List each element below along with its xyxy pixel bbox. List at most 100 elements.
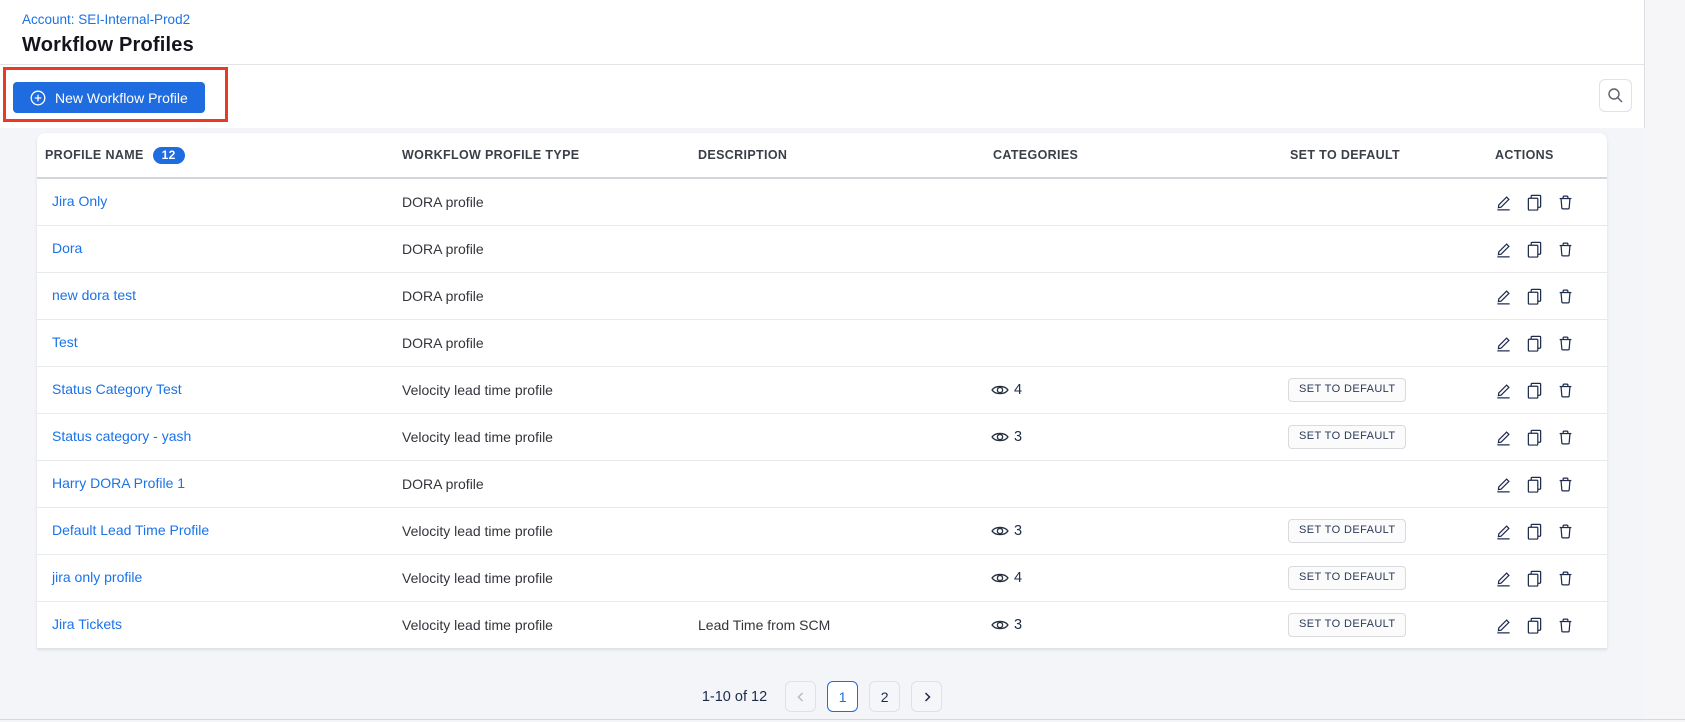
edit-button[interactable] <box>1495 335 1512 352</box>
table-row: Jira Tickets Velocity lead time profile … <box>37 602 1607 649</box>
profile-name-cell: Status Category Test <box>37 381 402 399</box>
eye-icon <box>991 524 1009 538</box>
delete-icon <box>1557 617 1574 634</box>
column-header-description: DESCRIPTION <box>664 148 926 162</box>
chevron-left-icon <box>795 691 807 703</box>
pagination: 1-10 of 12 1 2 <box>37 681 1607 712</box>
copy-button[interactable] <box>1526 617 1543 634</box>
copy-button[interactable] <box>1526 241 1543 258</box>
copy-button[interactable] <box>1526 194 1543 211</box>
edit-button[interactable] <box>1495 429 1512 446</box>
actions-cell <box>1490 241 1607 258</box>
edit-button[interactable] <box>1495 288 1512 305</box>
profile-name-link[interactable]: jira only profile <box>52 569 142 585</box>
copy-button[interactable] <box>1526 335 1543 352</box>
table-body: Jira Only DORA profile <box>37 179 1607 649</box>
delete-button[interactable] <box>1557 288 1574 305</box>
delete-button[interactable] <box>1557 335 1574 352</box>
table-row: Test DORA profile <box>37 320 1607 367</box>
delete-button[interactable] <box>1557 570 1574 587</box>
categories-count: 4 <box>1014 382 1022 398</box>
profile-name-link[interactable]: Default Lead Time Profile <box>52 522 209 538</box>
categories-cell: 3 <box>926 617 1256 633</box>
categories-count: 3 <box>1014 429 1022 445</box>
actions-cell <box>1490 523 1607 540</box>
copy-button[interactable] <box>1526 570 1543 587</box>
profiles-table: PROFILE NAME 12 WORKFLOW PROFILE TYPE DE… <box>37 133 1607 649</box>
profile-name-link[interactable]: Dora <box>52 240 82 256</box>
profile-name-cell: Status category - yash <box>37 428 402 446</box>
edit-button[interactable] <box>1495 476 1512 493</box>
profile-name-cell: Harry DORA Profile 1 <box>37 475 402 493</box>
delete-icon <box>1557 476 1574 493</box>
column-header-profile-name: PROFILE NAME 12 <box>37 147 402 164</box>
delete-icon <box>1557 288 1574 305</box>
profile-name-link[interactable]: Harry DORA Profile 1 <box>52 475 185 491</box>
copy-button[interactable] <box>1526 523 1543 540</box>
profile-type: DORA profile <box>402 241 664 257</box>
delete-icon <box>1557 429 1574 446</box>
delete-button[interactable] <box>1557 241 1574 258</box>
set-to-default-badge: SET TO DEFAULT <box>1288 378 1406 401</box>
profile-name-link[interactable]: Test <box>52 334 78 350</box>
actions-cell <box>1490 476 1607 493</box>
edit-icon <box>1495 429 1512 446</box>
copy-button[interactable] <box>1526 476 1543 493</box>
categories-cell: 4 <box>926 382 1256 398</box>
viewport-bottom-border <box>0 719 1685 720</box>
delete-button[interactable] <box>1557 382 1574 399</box>
edit-icon <box>1495 288 1512 305</box>
copy-button[interactable] <box>1526 429 1543 446</box>
edit-button[interactable] <box>1495 523 1512 540</box>
copy-button[interactable] <box>1526 288 1543 305</box>
set-to-default-badge: SET TO DEFAULT <box>1288 613 1406 636</box>
pagination-prev-button[interactable] <box>785 681 816 712</box>
new-workflow-profile-label: New Workflow Profile <box>55 90 188 106</box>
search-button[interactable] <box>1599 79 1632 112</box>
delete-icon <box>1557 335 1574 352</box>
set-to-default-badge: SET TO DEFAULT <box>1288 425 1406 448</box>
profile-type: DORA profile <box>402 194 664 210</box>
delete-button[interactable] <box>1557 429 1574 446</box>
account-breadcrumb-link[interactable]: Account: SEI-Internal-Prod2 <box>22 12 190 27</box>
pagination-page-2-button[interactable]: 2 <box>869 681 900 712</box>
main-section: PROFILE NAME 12 WORKFLOW PROFILE TYPE DE… <box>0 128 1645 722</box>
search-icon <box>1607 87 1624 104</box>
pagination-page-1-button[interactable]: 1 <box>827 681 858 712</box>
edit-button[interactable] <box>1495 241 1512 258</box>
edit-icon <box>1495 194 1512 211</box>
categories-count: 3 <box>1014 523 1022 539</box>
actions-cell <box>1490 429 1607 446</box>
copy-icon <box>1526 570 1543 587</box>
profile-count-badge: 12 <box>153 147 185 164</box>
copy-button[interactable] <box>1526 382 1543 399</box>
chevron-right-icon <box>921 691 933 703</box>
pagination-next-button[interactable] <box>911 681 942 712</box>
page-header: Account: SEI-Internal-Prod2 Workflow Pro… <box>0 0 1644 65</box>
actions-cell <box>1490 617 1607 634</box>
delete-button[interactable] <box>1557 476 1574 493</box>
profile-name-link[interactable]: Jira Only <box>52 193 107 209</box>
delete-button[interactable] <box>1557 617 1574 634</box>
delete-button[interactable] <box>1557 523 1574 540</box>
edit-button[interactable] <box>1495 382 1512 399</box>
profile-name-link[interactable]: new dora test <box>52 287 136 303</box>
profile-type: DORA profile <box>402 288 664 304</box>
categories-count: 4 <box>1014 570 1022 586</box>
set-to-default-cell: SET TO DEFAULT <box>1256 566 1490 589</box>
edit-icon <box>1495 570 1512 587</box>
edit-button[interactable] <box>1495 617 1512 634</box>
delete-button[interactable] <box>1557 194 1574 211</box>
edit-icon <box>1495 617 1512 634</box>
edit-button[interactable] <box>1495 194 1512 211</box>
new-workflow-profile-button[interactable]: New Workflow Profile <box>13 82 205 113</box>
profile-name-link[interactable]: Status category - yash <box>52 428 191 444</box>
edit-button[interactable] <box>1495 570 1512 587</box>
delete-icon <box>1557 382 1574 399</box>
actions-cell <box>1490 194 1607 211</box>
profile-name-link[interactable]: Status Category Test <box>52 381 182 397</box>
column-header-categories: CATEGORIES <box>926 148 1256 162</box>
set-to-default-cell: SET TO DEFAULT <box>1256 613 1490 636</box>
delete-icon <box>1557 570 1574 587</box>
profile-name-link[interactable]: Jira Tickets <box>52 616 122 632</box>
